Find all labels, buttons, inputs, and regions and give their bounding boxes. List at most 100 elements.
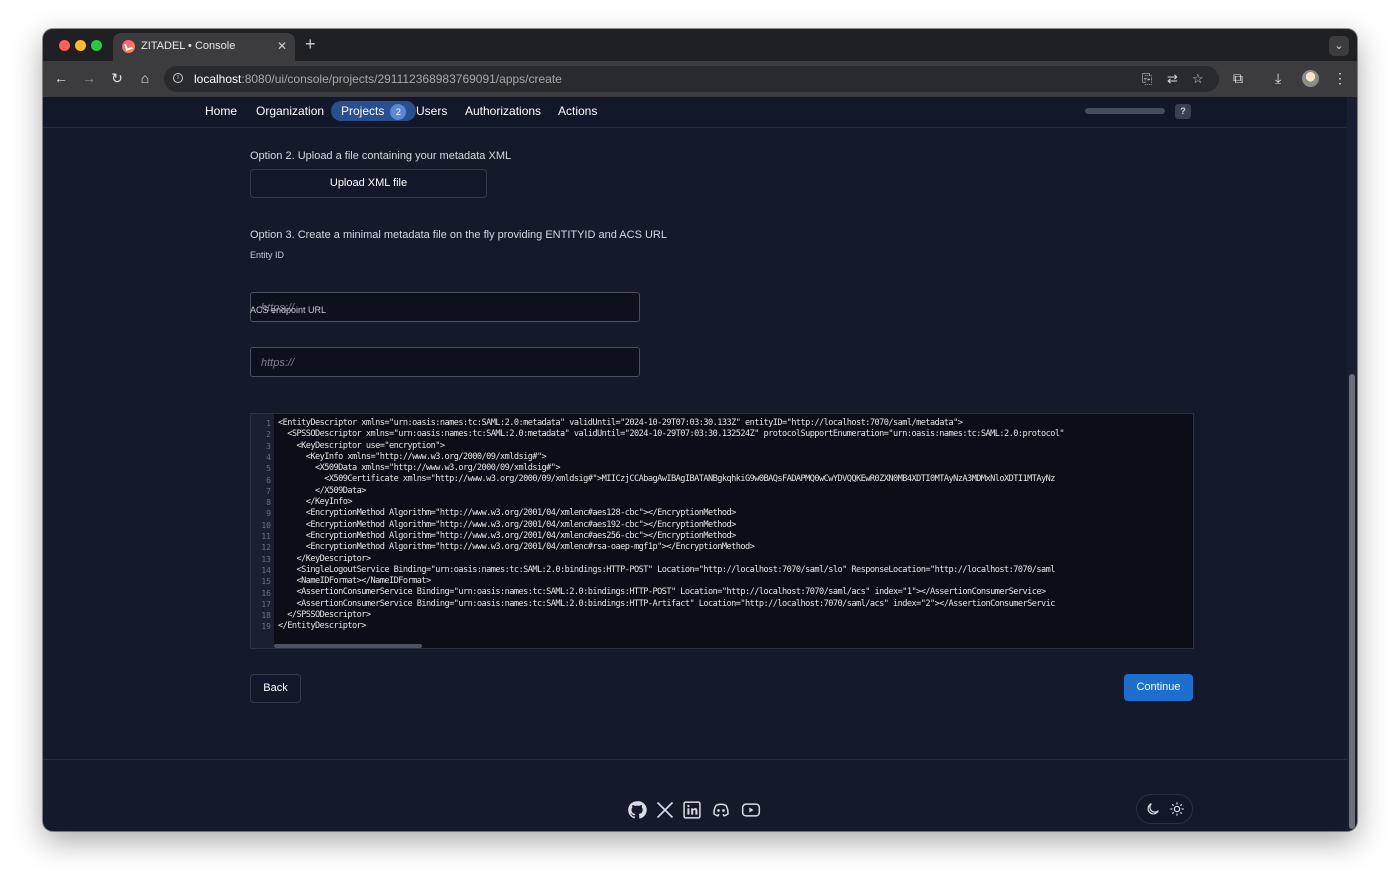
projects-count-badge: 2	[390, 104, 407, 120]
new-tab-button[interactable]: +	[305, 34, 316, 54]
upload-xml-button[interactable]: Upload XML file	[250, 169, 487, 198]
back-button[interactable]: Back	[250, 674, 301, 703]
line-number: 9	[266, 509, 271, 519]
line-number: 14	[261, 565, 271, 575]
nav-home[interactable]: Home	[205, 104, 237, 118]
code-line: <X509Certificate xmlns="http://www.w3.or…	[278, 474, 1055, 485]
url-text[interactable]: localhost:8080/ui/console/projects/29111…	[194, 72, 562, 86]
line-number: 15	[261, 577, 271, 587]
acs-endpoint-label: ACS endpoint URL	[250, 305, 327, 315]
site-info-icon[interactable]: i	[173, 73, 183, 83]
nav-authorizations[interactable]: Authorizations	[465, 104, 541, 118]
discord-icon[interactable]	[710, 800, 732, 820]
code-line: <EncryptionMethod Algorithm="http://www.…	[278, 519, 737, 530]
code-line: <AssertionConsumerService Binding="urn:o…	[278, 587, 1046, 598]
maximize-window-button[interactable]	[91, 40, 102, 51]
youtube-icon[interactable]	[740, 800, 762, 820]
code-line: </X509Data>	[278, 485, 366, 496]
code-line: </KeyInfo>	[278, 497, 353, 508]
bookmark-star-icon[interactable]: ☆	[1192, 71, 1204, 87]
minimize-window-button[interactable]	[75, 40, 86, 51]
line-number: 8	[266, 498, 271, 508]
continue-button[interactable]: Continue	[1124, 674, 1193, 701]
code-lines[interactable]: <EntityDescriptor xmlns="urn:oasis:names…	[278, 418, 1065, 633]
line-number: 10	[261, 520, 271, 530]
browser-menu-icon[interactable]: ⋮	[1333, 70, 1347, 87]
page-content: Home Organization Projects 2 Users Author…	[43, 97, 1357, 831]
line-number: 13	[261, 554, 271, 564]
code-line: <AssertionConsumerService Binding="urn:o…	[278, 598, 1055, 609]
line-number: 17	[261, 599, 271, 609]
code-line: <KeyDescriptor use="encryption">	[278, 440, 445, 451]
page-scroll-thumb[interactable]	[1349, 374, 1355, 829]
nav-projects[interactable]: Projects 2	[331, 101, 417, 121]
code-line: <EncryptionMethod Algorithm="http://www.…	[278, 530, 737, 541]
browser-window: ZITADEL • Console ✕ + ⌄ ← → ↻ ⌂ i localh…	[43, 29, 1357, 831]
line-number: 5	[266, 464, 271, 474]
linkedin-icon[interactable]	[682, 800, 702, 820]
code-line: <EncryptionMethod Algorithm="http://www.…	[278, 508, 737, 519]
nav-actions[interactable]: Actions	[558, 104, 597, 118]
tab-title: ZITADEL • Console	[141, 40, 236, 52]
forward-arrow-icon[interactable]: →	[80, 69, 98, 87]
home-icon[interactable]: ⌂	[136, 69, 154, 87]
browser-toolbar: ← → ↻ ⌂ i localhost:8080/ui/console/proj…	[43, 61, 1357, 97]
github-icon[interactable]	[627, 800, 647, 820]
entity-id-label: Entity ID	[250, 250, 285, 260]
line-number-gutter: 1 2 3 4 5 6 7 8 9 10 11 12 13 14 15 16 1…	[251, 414, 274, 648]
metadata-xml-editor[interactable]: 1 2 3 4 5 6 7 8 9 10 11 12 13 14 15 16 1…	[250, 413, 1194, 649]
code-line: <NameIDFormat></NameIDFormat>	[278, 576, 431, 587]
tab-search-icon[interactable]: ⌄	[1329, 36, 1349, 56]
acs-endpoint-field[interactable]	[250, 347, 640, 378]
code-line: </SPSSODescriptor>	[278, 610, 371, 621]
line-number: 6	[266, 475, 271, 485]
browser-tab[interactable]: ZITADEL • Console ✕	[113, 33, 295, 61]
moon-icon[interactable]	[1145, 801, 1161, 817]
line-number: 2	[266, 430, 271, 440]
reload-icon[interactable]: ↻	[108, 69, 126, 87]
option3-label: Option 3. Create a minimal metadata file…	[250, 229, 667, 241]
editor-horizontal-scrollbar[interactable]	[274, 644, 422, 648]
footer-divider	[43, 759, 1347, 760]
loading-placeholder	[1085, 108, 1165, 114]
close-window-button[interactable]	[59, 40, 70, 51]
line-number: 1	[266, 419, 271, 428]
line-number: 16	[261, 588, 271, 598]
help-button[interactable]: ?	[1175, 104, 1191, 119]
line-number: 4	[266, 452, 271, 462]
download-icon[interactable]: ⤓	[1275, 70, 1281, 87]
sun-icon[interactable]	[1169, 801, 1185, 817]
url-host: localhost	[194, 72, 242, 86]
zitadel-favicon-icon	[122, 40, 135, 53]
page-scrollbar[interactable]	[1347, 97, 1357, 831]
line-number: 11	[261, 532, 271, 541]
line-number: 12	[261, 543, 271, 553]
cast-icon[interactable]: ⎘	[1142, 71, 1152, 87]
line-number: 18	[261, 611, 271, 621]
url-path: :8080/ui/console/projects/29111236898376…	[241, 72, 562, 86]
nav-users[interactable]: Users	[416, 104, 447, 118]
code-line: <X509Data xmlns="http://www.w3.org/2000/…	[278, 463, 561, 474]
code-line: <EntityDescriptor xmlns="urn:oasis:names…	[278, 418, 963, 428]
code-line: </EntityDescriptor>	[278, 621, 366, 632]
code-line: <SPSSODescriptor xmlns="urn:oasis:names:…	[278, 429, 1065, 440]
line-number: 19	[261, 622, 271, 632]
nav-organization[interactable]: Organization	[256, 104, 324, 118]
code-line: <EncryptionMethod Algorithm="http://www.…	[278, 542, 755, 553]
extensions-icon[interactable]: ⧉	[1233, 70, 1243, 87]
back-arrow-icon[interactable]: ←	[52, 69, 70, 87]
option2-label: Option 2. Upload a file containing your …	[250, 150, 512, 162]
line-number: 3	[266, 441, 271, 451]
address-bar[interactable]: i localhost:8080/ui/console/projects/291…	[164, 66, 1219, 92]
close-tab-icon[interactable]: ✕	[277, 39, 287, 53]
code-line: <SingleLogoutService Binding="urn:oasis:…	[278, 564, 1055, 575]
code-line: <KeyInfo xmlns="http://www.w3.org/2000/0…	[278, 451, 547, 462]
profile-avatar[interactable]	[1302, 70, 1319, 87]
theme-toggle[interactable]	[1136, 794, 1193, 824]
x-icon[interactable]	[655, 800, 675, 820]
acs-endpoint-input[interactable]	[259, 348, 633, 378]
tab-strip: ZITADEL • Console ✕ + ⌄	[43, 29, 1357, 61]
code-line: </KeyDescriptor>	[278, 553, 371, 564]
app-navigation: Home Organization Projects 2 Users Author…	[43, 97, 1347, 128]
translate-icon[interactable]: ⇄	[1167, 71, 1178, 87]
